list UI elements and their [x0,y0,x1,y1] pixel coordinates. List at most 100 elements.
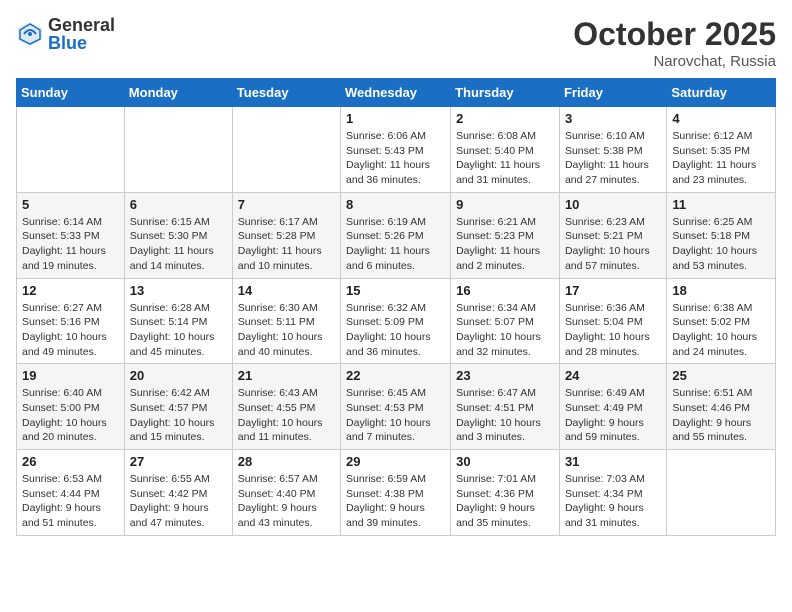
cell-1-4: 9Sunrise: 6:21 AM Sunset: 5:23 PM Daylig… [451,192,560,278]
calendar-body: 1Sunrise: 6:06 AM Sunset: 5:43 PM Daylig… [17,107,776,536]
day-num-3-5: 24 [565,368,661,383]
week-row-3: 19 Sunrise: 6:40 AM Sunset: 5:00 PM Dayli… [17,364,776,450]
week-row-4: 26Sunrise: 6:53 AM Sunset: 4:44 PM Dayli… [17,450,776,536]
cell-3-6: 25 Sunrise: 6:51 AM Sunset: 4:46 PM Dayli… [667,364,776,450]
day-num-4-0: 26 [22,454,119,469]
day-num-4-1: 27 [130,454,227,469]
day-num-2-1: 13 [130,283,227,298]
header-row: Sunday Monday Tuesday Wednesday Thursday… [17,79,776,107]
day-num-0-4: 2 [456,111,554,126]
cell-4-5: 31 Sunrise: 7:03 AM Sunset: 4:34 PM Dayli… [559,450,666,536]
cell-1-1: 6Sunrise: 6:15 AM Sunset: 5:30 PM Daylig… [124,192,232,278]
day-info-2-2: Sunrise: 6:30 AM Sunset: 5:11 PM Dayligh… [238,301,335,360]
logo: General Blue [16,16,115,52]
day-num-1-1: 6 [130,197,227,212]
header-monday: Monday [124,79,232,107]
day-info-1-2: Sunrise: 6:17 AM Sunset: 5:28 PM Dayligh… [238,215,335,274]
cell-3-0: 19 Sunrise: 6:40 AM Sunset: 5:00 PM Dayli… [17,364,125,450]
cell-1-0: 5 Sunrise: 6:14 AM Sunset: 5:33 PM Daylig… [17,192,125,278]
cell-3-5: 24Sunrise: 6:49 AM Sunset: 4:49 PM Dayli… [559,364,666,450]
day-info-0-6: Sunrise: 6:12 AM Sunset: 5:35 PM Dayligh… [672,129,770,188]
day-num-0-6: 4 [672,111,770,126]
cell-4-2: 28 Sunrise: 6:57 AM Sunset: 4:40 PM Dayli… [232,450,340,536]
header: General Blue October 2025 Narovchat, Rus… [16,16,776,70]
day-info-2-4: Sunrise: 6:34 AM Sunset: 5:07 PM Dayligh… [456,301,554,360]
day-num-4-2: 28 [238,454,335,469]
day-num-4-3: 29 [346,454,445,469]
day-info-1-5: Sunrise: 6:23 AM Sunset: 5:21 PM Dayligh… [565,215,661,274]
day-info-4-2: Sunrise: 6:57 AM Sunset: 4:40 PM Dayligh… [238,472,335,531]
day-num-1-2: 7 [238,197,335,212]
day-num-3-4: 23 [456,368,554,383]
day-num-1-5: 10 [565,197,661,212]
day-num-2-4: 16 [456,283,554,298]
day-num-3-6: 25 [672,368,770,383]
week-row-0: 1Sunrise: 6:06 AM Sunset: 5:43 PM Daylig… [17,107,776,193]
cell-2-1: 13 Sunrise: 6:28 AM Sunset: 5:14 PM Dayli… [124,278,232,364]
header-friday: Friday [559,79,666,107]
day-num-3-1: 20 [130,368,227,383]
location: Narovchat, Russia [573,53,776,70]
logo-text: General Blue [48,16,115,52]
day-num-2-6: 18 [672,283,770,298]
day-info-0-4: Sunrise: 6:08 AM Sunset: 5:40 PM Dayligh… [456,129,554,188]
day-info-0-5: Sunrise: 6:10 AM Sunset: 5:38 PM Dayligh… [565,129,661,188]
header-tuesday: Tuesday [232,79,340,107]
day-info-4-3: Sunrise: 6:59 AM Sunset: 4:38 PM Dayligh… [346,472,445,531]
day-info-3-0: Sunrise: 6:40 AM Sunset: 5:00 PM Dayligh… [22,386,119,445]
logo-icon [16,20,44,48]
day-num-1-0: 5 [22,197,119,212]
day-info-2-6: Sunrise: 6:38 AM Sunset: 5:02 PM Dayligh… [672,301,770,360]
day-info-4-4: Sunrise: 7:01 AM Sunset: 4:36 PM Dayligh… [456,472,554,531]
day-info-4-1: Sunrise: 6:55 AM Sunset: 4:42 PM Dayligh… [130,472,227,531]
day-info-4-5: Sunrise: 7:03 AM Sunset: 4:34 PM Dayligh… [565,472,661,531]
cell-2-5: 17 Sunrise: 6:36 AM Sunset: 5:04 PM Dayli… [559,278,666,364]
day-info-1-3: Sunrise: 6:19 AM Sunset: 5:26 PM Dayligh… [346,215,445,274]
cell-1-2: 7 Sunrise: 6:17 AM Sunset: 5:28 PM Daylig… [232,192,340,278]
day-info-1-4: Sunrise: 6:21 AM Sunset: 5:23 PM Dayligh… [456,215,554,274]
cell-2-6: 18 Sunrise: 6:38 AM Sunset: 5:02 PM Dayli… [667,278,776,364]
day-info-3-4: Sunrise: 6:47 AM Sunset: 4:51 PM Dayligh… [456,386,554,445]
day-info-3-1: Sunrise: 6:42 AM Sunset: 4:57 PM Dayligh… [130,386,227,445]
day-num-4-4: 30 [456,454,554,469]
cell-2-4: 16 Sunrise: 6:34 AM Sunset: 5:07 PM Dayli… [451,278,560,364]
week-row-1: 5 Sunrise: 6:14 AM Sunset: 5:33 PM Daylig… [17,192,776,278]
cell-2-0: 12 Sunrise: 6:27 AM Sunset: 5:16 PM Dayli… [17,278,125,364]
header-saturday: Saturday [667,79,776,107]
cell-3-4: 23 Sunrise: 6:47 AM Sunset: 4:51 PM Dayli… [451,364,560,450]
day-num-3-2: 21 [238,368,335,383]
cell-4-6 [667,450,776,536]
day-num-3-3: 22 [346,368,445,383]
cell-0-3: 1Sunrise: 6:06 AM Sunset: 5:43 PM Daylig… [341,107,451,193]
calendar-table: Sunday Monday Tuesday Wednesday Thursday… [16,78,776,536]
day-info-3-6: Sunrise: 6:51 AM Sunset: 4:46 PM Dayligh… [672,386,770,445]
day-info-1-6: Sunrise: 6:25 AM Sunset: 5:18 PM Dayligh… [672,215,770,274]
header-wednesday: Wednesday [341,79,451,107]
month-title: October 2025 [573,16,776,53]
header-thursday: Thursday [451,79,560,107]
cell-1-5: 10 Sunrise: 6:23 AM Sunset: 5:21 PM Dayli… [559,192,666,278]
day-info-2-5: Sunrise: 6:36 AM Sunset: 5:04 PM Dayligh… [565,301,661,360]
day-num-0-5: 3 [565,111,661,126]
cell-4-0: 26Sunrise: 6:53 AM Sunset: 4:44 PM Dayli… [17,450,125,536]
day-num-3-0: 19 [22,368,119,383]
day-info-1-0: Sunrise: 6:14 AM Sunset: 5:33 PM Dayligh… [22,215,119,274]
day-info-3-2: Sunrise: 6:43 AM Sunset: 4:55 PM Dayligh… [238,386,335,445]
cell-3-1: 20 Sunrise: 6:42 AM Sunset: 4:57 PM Dayli… [124,364,232,450]
cell-4-4: 30 Sunrise: 7:01 AM Sunset: 4:36 PM Dayli… [451,450,560,536]
week-row-2: 12 Sunrise: 6:27 AM Sunset: 5:16 PM Dayli… [17,278,776,364]
logo-blue-text: Blue [48,34,115,52]
cell-1-6: 11Sunrise: 6:25 AM Sunset: 5:18 PM Dayli… [667,192,776,278]
title-area: October 2025 Narovchat, Russia [573,16,776,70]
cell-4-1: 27 Sunrise: 6:55 AM Sunset: 4:42 PM Dayli… [124,450,232,536]
cell-0-4: 2 Sunrise: 6:08 AM Sunset: 5:40 PM Daylig… [451,107,560,193]
header-sunday: Sunday [17,79,125,107]
cell-3-3: 22Sunrise: 6:45 AM Sunset: 4:53 PM Dayli… [341,364,451,450]
calendar-header: Sunday Monday Tuesday Wednesday Thursday… [17,79,776,107]
day-info-2-1: Sunrise: 6:28 AM Sunset: 5:14 PM Dayligh… [130,301,227,360]
day-num-2-0: 12 [22,283,119,298]
day-info-2-0: Sunrise: 6:27 AM Sunset: 5:16 PM Dayligh… [22,301,119,360]
day-num-4-5: 31 [565,454,661,469]
cell-1-3: 8Sunrise: 6:19 AM Sunset: 5:26 PM Daylig… [341,192,451,278]
day-num-2-5: 17 [565,283,661,298]
